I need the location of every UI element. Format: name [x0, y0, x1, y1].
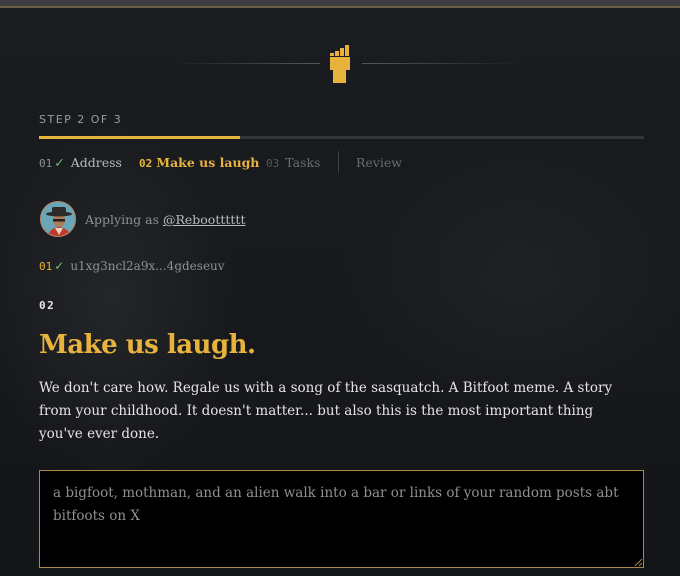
logo-divider-left [170, 63, 320, 64]
bitfoot-logo-icon [330, 45, 350, 83]
step-review[interactable]: Review [356, 155, 402, 170]
section-description: We don't care how. Regale us with a song… [39, 380, 613, 442]
step-label: Address [70, 155, 122, 170]
step-divider [338, 151, 339, 173]
progress-bar [39, 136, 644, 139]
address-step-number: 01 [39, 260, 53, 273]
step-address[interactable]: 01 ✓ Address [39, 155, 122, 170]
joke-input[interactable] [39, 470, 644, 568]
address-value: u1xg3ncl2a9x...4gdeseuv [70, 259, 225, 273]
applying-prefix: Applying as [85, 212, 159, 227]
step-tasks[interactable]: 03 Tasks [266, 155, 320, 170]
logo-area [0, 44, 680, 84]
logo-divider-right [362, 63, 522, 64]
step-label: Tasks [285, 155, 321, 170]
step-number: 03 [266, 157, 280, 170]
step-number: 01 [39, 157, 53, 170]
progress-fill [39, 136, 241, 139]
applicant-handle-link[interactable]: @Rebootttttt [163, 212, 246, 227]
check-icon: ✓ [54, 155, 65, 170]
avatar [40, 201, 76, 237]
check-icon: ✓ [54, 259, 65, 273]
step-label: Make us laugh [156, 155, 260, 170]
address-summary: 01 ✓ u1xg3ncl2a9x...4gdeseuv [39, 259, 225, 273]
step-counter: STEP 2 OF 3 [39, 113, 123, 126]
step-number: 02 [139, 157, 153, 170]
section-number: 02 [39, 299, 56, 312]
step-make-us-laugh[interactable]: 02 Make us laugh [139, 155, 259, 170]
applying-as: Applying as @Rebootttttt [85, 212, 245, 227]
page-title: Make us laugh. [39, 330, 256, 360]
top-bar [0, 0, 680, 8]
step-label: Review [356, 155, 402, 170]
